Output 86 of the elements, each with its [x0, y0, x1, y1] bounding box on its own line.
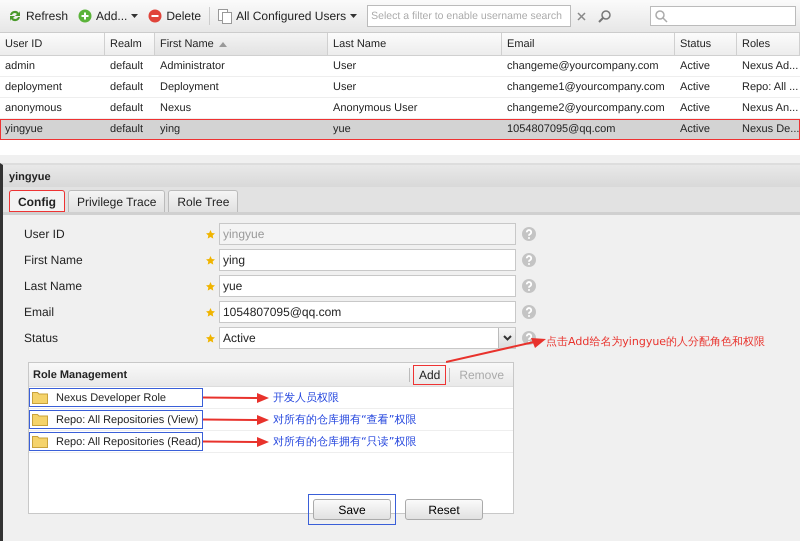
- table-cell-text: Active: [679, 123, 711, 135]
- input-field[interactable]: ying: [219, 249, 516, 271]
- save-button[interactable]: Save: [313, 499, 391, 520]
- table-cell-text: default: [109, 102, 144, 114]
- table-cell-text: default: [109, 60, 144, 72]
- column-header[interactable]: Email: [502, 33, 675, 55]
- field-label: Status: [24, 331, 60, 345]
- table-cell-text: Nexus: [159, 102, 192, 114]
- annotation-note: 开发人员权限: [273, 390, 339, 405]
- table-cell-text: admin: [4, 60, 36, 72]
- table-cell-text: changeme2@yourcompany.com: [506, 102, 666, 114]
- caret-icon: [350, 14, 358, 18]
- table-cell-text: Nexus An...: [741, 102, 800, 114]
- table-cell-text: Anonymous User: [332, 102, 418, 114]
- column-header[interactable]: Roles: [737, 33, 800, 55]
- table-cell-text: Nexus De...: [741, 123, 800, 135]
- search-icon: [655, 10, 668, 22]
- table-cell-text: Active: [679, 81, 711, 93]
- table-cell-text: User: [332, 60, 358, 72]
- role-item[interactable]: Repo: All Repositories (View): [30, 411, 202, 428]
- star-icon: [206, 308, 215, 316]
- role-item[interactable]: Repo: All Repositories (Read): [30, 433, 202, 450]
- documents-icon: [218, 8, 232, 24]
- table-cell-text: Active: [679, 60, 711, 72]
- arrow: [203, 414, 269, 424]
- delete-button[interactable]: Delete: [144, 7, 206, 25]
- star-icon: [206, 256, 215, 264]
- tab[interactable]: Config: [9, 190, 65, 212]
- column-header[interactable]: First Name: [155, 33, 328, 55]
- folder-icon: [32, 435, 48, 448]
- field-label: Last Name: [24, 279, 84, 293]
- annotation-note: 对所有的仓库拥有“查看”权限: [273, 412, 416, 427]
- folder-icon: [32, 391, 48, 404]
- tab[interactable]: Role Tree: [168, 190, 238, 212]
- add-icon: [78, 9, 92, 23]
- clear-icon[interactable]: [577, 12, 586, 20]
- filter-dropdown[interactable]: All Configured Users: [214, 6, 362, 26]
- input-field[interactable]: yue: [219, 275, 516, 297]
- table-cell-text: default: [109, 123, 144, 135]
- star-icon: [206, 282, 215, 290]
- column-header[interactable]: Last Name: [328, 33, 502, 55]
- table-cell-text: anonymous: [4, 102, 63, 114]
- table-cell-text: Administrator: [159, 60, 226, 72]
- field-label: First Name: [24, 253, 84, 267]
- table-cell-text: changeme1@yourcompany.com: [506, 81, 666, 93]
- table-row[interactable]: admin default Administrator User changeme@yourcompany.com Active Nexus Ad...: [0, 56, 800, 77]
- column-header[interactable]: User ID: [0, 33, 105, 55]
- search-icon[interactable]: [598, 9, 612, 23]
- table-cell-text: yingyue: [4, 123, 44, 135]
- star-icon: [206, 334, 215, 342]
- add-button[interactable]: Add...: [74, 7, 142, 25]
- table-cell-text: deployment: [4, 81, 63, 93]
- refresh-button[interactable]: Refresh: [4, 7, 72, 25]
- add-button[interactable]: Add: [414, 366, 446, 384]
- input-field[interactable]: 1054807095@qq.com: [219, 301, 516, 323]
- panel-title: Role Management: [33, 368, 128, 380]
- sort-ascending-icon: [218, 42, 227, 46]
- table-cell-text: ying: [159, 123, 182, 135]
- arrow: [203, 436, 269, 446]
- table-cell-text: Nexus Ad...: [741, 60, 800, 72]
- column-header[interactable]: Status: [675, 33, 737, 55]
- delete-icon: [148, 9, 162, 23]
- star-icon: [206, 230, 215, 238]
- reset-button[interactable]: Reset: [405, 499, 483, 520]
- status-dropdown[interactable]: Active: [219, 327, 516, 349]
- tab[interactable]: Privilege Trace: [68, 190, 166, 212]
- table-cell-text: default: [109, 81, 144, 93]
- table-cell-text: yue: [332, 123, 352, 135]
- search-field[interactable]: [650, 6, 796, 26]
- arrow: [203, 392, 269, 402]
- role-item[interactable]: Nexus Developer Role: [30, 389, 202, 406]
- field-label: Email: [24, 305, 56, 319]
- table-row[interactable]: deployment default Deployment User changeme1@yourcompany.com Active Repo: All ...: [0, 77, 800, 98]
- folder-icon: [32, 413, 48, 426]
- refresh-icon: [8, 9, 22, 23]
- table-row[interactable]: yingyue default ying yue 1054807095@qq.com Active Nexus De...: [0, 119, 800, 140]
- table-cell-text: Deployment: [159, 81, 220, 93]
- table-cell-text: User: [332, 81, 358, 93]
- panel-title: yingyue: [3, 165, 800, 187]
- table-cell-text: 1054807095@qq.com: [506, 123, 616, 135]
- annotation-note: 对所有的仓库拥有“只读”权限: [273, 434, 416, 449]
- annotation-note: 点击Add给名为yingyue的人分配角色和权限: [546, 334, 766, 349]
- table-cell-text: Active: [679, 102, 711, 114]
- table-cell-text: Repo: All ...: [741, 81, 800, 93]
- table-cell-text: changeme@yourcompany.com: [506, 60, 660, 72]
- field-label: User ID: [24, 227, 66, 241]
